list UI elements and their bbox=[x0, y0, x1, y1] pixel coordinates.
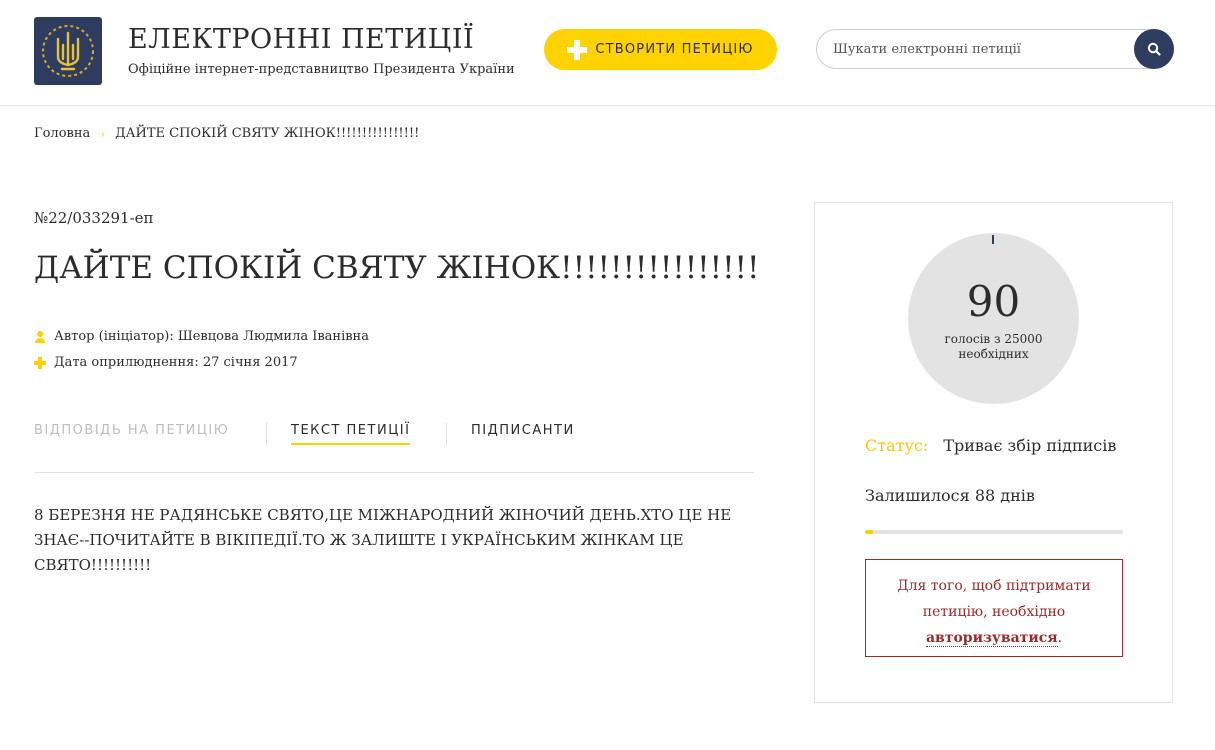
votes-count: 90 bbox=[966, 277, 1021, 326]
breadcrumb: Головна › ДАЙТЕ СПОКІЙ СВЯТУ ЖІНОК!!!!!!… bbox=[34, 126, 419, 141]
votes-caption: голосів з 25000 необхідних bbox=[944, 332, 1043, 361]
user-icon bbox=[34, 330, 46, 343]
tab-petition-text[interactable]: ТЕКСТ ПЕТИЦІЇ bbox=[291, 423, 411, 445]
search-icon bbox=[1147, 42, 1161, 56]
plus-icon bbox=[567, 39, 588, 60]
create-petition-label: СТВОРИТИ ПЕТИЦІЮ bbox=[595, 42, 754, 57]
days-remaining: Залишилося 88 днів bbox=[865, 486, 1035, 505]
petition-author: Автор (ініціатор): Шевцова Людмила Івані… bbox=[54, 329, 369, 344]
site-subtitle: Офіційне інтернет-представництво Президе… bbox=[128, 62, 515, 77]
petition-number: №22/033291-еп bbox=[34, 209, 154, 227]
status-label: Статус: bbox=[865, 436, 929, 455]
site-header: ЕЛЕКТРОННІ ПЕТИЦІЇ Офіційне інтернет-пре… bbox=[0, 0, 1215, 106]
login-notice-text: Для того, щоб підтримати петицію, необхі… bbox=[897, 578, 1091, 620]
breadcrumb-home-link[interactable]: Головна bbox=[34, 126, 90, 141]
search-box bbox=[816, 29, 1174, 69]
time-progress-bar bbox=[865, 530, 1123, 534]
votes-progress-tick bbox=[992, 235, 994, 244]
petition-text: 8 БЕРЕЗНЯ НЕ РАДЯНСЬКЕ СВЯТО,ЦЕ МІЖНАРОД… bbox=[34, 506, 732, 574]
login-notice-period: . bbox=[1057, 630, 1063, 646]
tab-answer[interactable]: ВІДПОВІДЬ НА ПЕТИЦІЮ bbox=[34, 423, 229, 443]
plus-icon bbox=[34, 356, 46, 369]
login-link[interactable]: авторизуватися bbox=[925, 630, 1058, 647]
search-button[interactable] bbox=[1134, 29, 1174, 69]
petition-title: ДАЙТЕ СПОКІЙ СВЯТУ ЖІНОК!!!!!!!!!!!!!!!! bbox=[34, 250, 760, 286]
search-input[interactable] bbox=[833, 39, 1133, 59]
trident-icon[interactable] bbox=[34, 17, 102, 85]
petition-tabs: ВІДПОВІДЬ НА ПЕТИЦІЮ ТЕКСТ ПЕТИЦІЇ ПІДПИ… bbox=[34, 423, 754, 473]
chevron-right-icon: › bbox=[100, 126, 106, 141]
login-notice: Для того, щоб підтримати петицію, необхі… bbox=[865, 559, 1123, 657]
petition-date: Дата оприлюднення: 27 січня 2017 bbox=[54, 355, 298, 370]
status-row: Статус: Триває збір підписів bbox=[865, 436, 1116, 455]
tab-divider bbox=[446, 423, 447, 445]
time-progress-fill bbox=[865, 530, 873, 534]
tab-divider bbox=[266, 423, 267, 445]
breadcrumb-current: ДАЙТЕ СПОКІЙ СВЯТУ ЖІНОК!!!!!!!!!!!!!!!! bbox=[115, 126, 420, 141]
votes-circle: 90 голосів з 25000 необхідних bbox=[908, 233, 1079, 404]
site-title[interactable]: ЕЛЕКТРОННІ ПЕТИЦІЇ bbox=[128, 24, 474, 55]
tab-signers[interactable]: ПІДПИСАНТИ bbox=[471, 423, 575, 443]
status-value: Триває збір підписів bbox=[943, 436, 1117, 455]
create-petition-button[interactable]: СТВОРИТИ ПЕТИЦІЮ bbox=[544, 29, 777, 70]
petition-date-row: Дата оприлюднення: 27 січня 2017 bbox=[34, 355, 298, 370]
petition-sidebar: 90 голосів з 25000 необхідних Статус: Тр… bbox=[814, 202, 1173, 703]
petition-author-row: Автор (ініціатор): Шевцова Людмила Івані… bbox=[34, 329, 369, 344]
